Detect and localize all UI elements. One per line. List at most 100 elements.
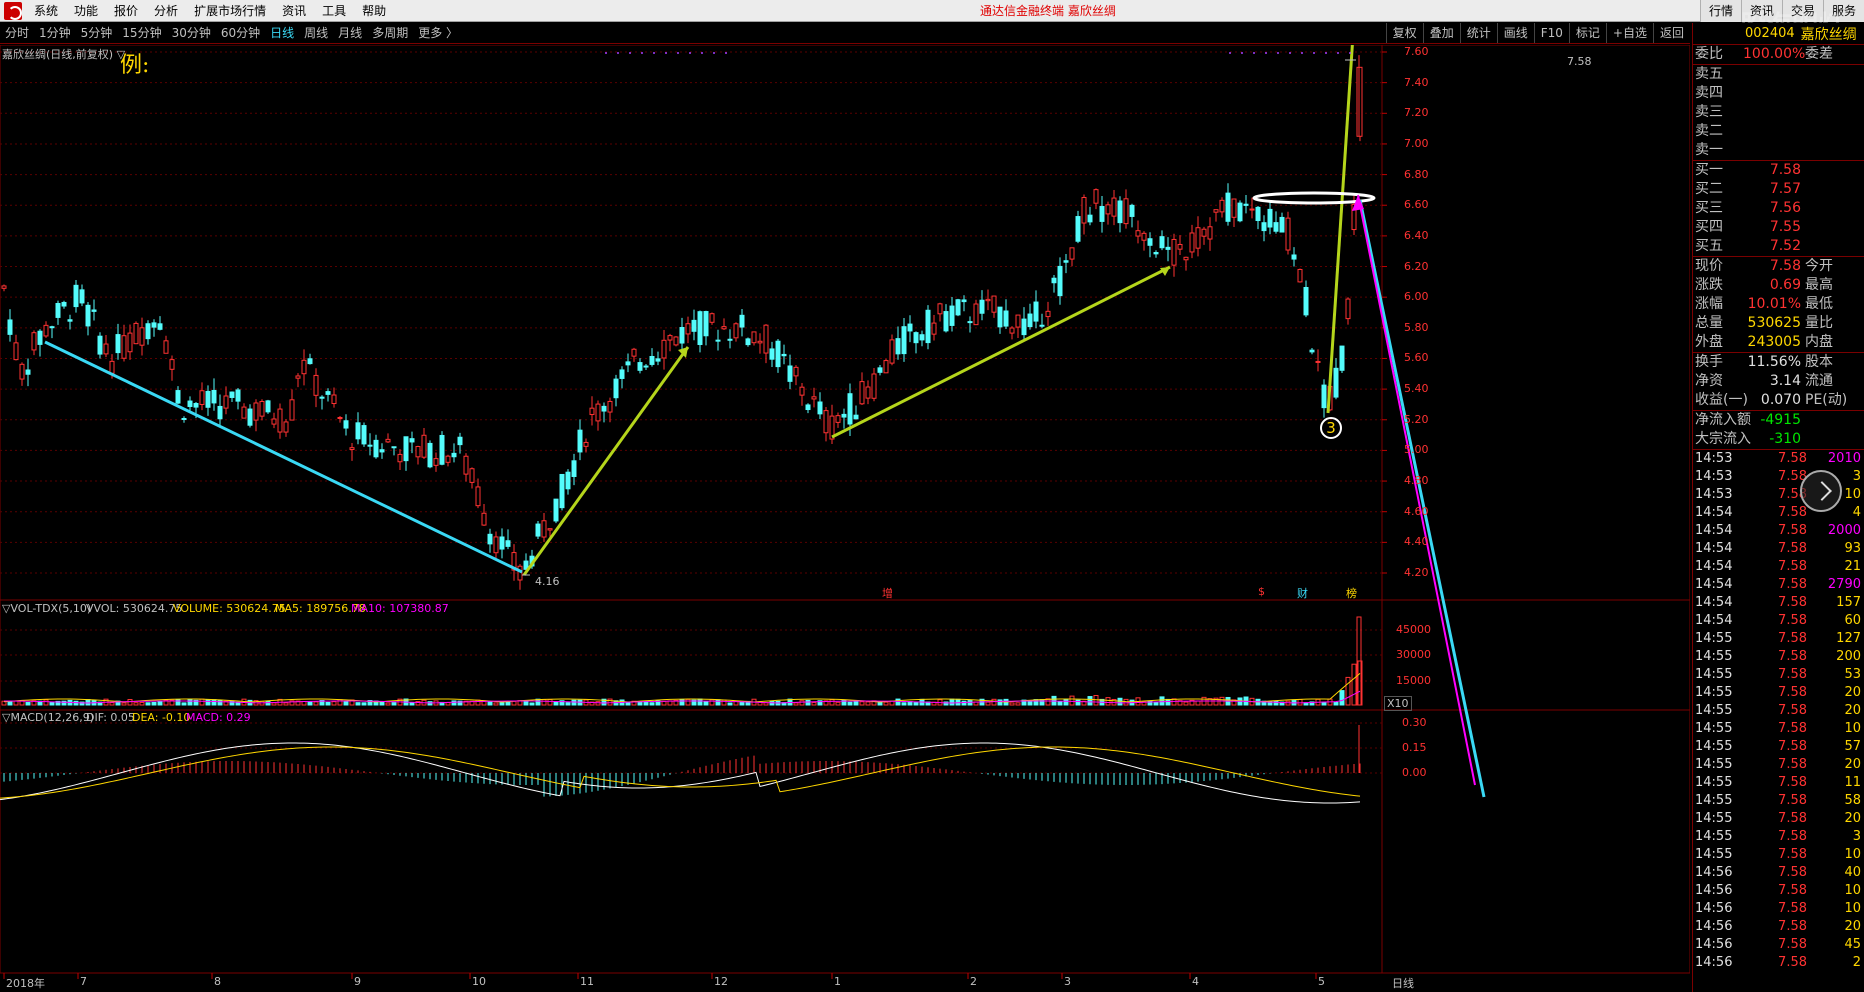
price-axis-label: 5.40: [1404, 382, 1429, 396]
volume-bar: [145, 702, 151, 706]
tick-row: 14:55 7.58 20: [1693, 684, 1864, 702]
candle-body: [1219, 199, 1225, 213]
signal-dot: [1241, 52, 1243, 54]
candle-body: [391, 446, 397, 449]
vol-vvol: VVOL: 530624.75: [86, 602, 183, 615]
period-tab-8[interactable]: 月线: [333, 23, 367, 43]
chart-tool-5[interactable]: 标记: [1568, 23, 1606, 43]
candle-body: [895, 338, 901, 355]
vol-indicator-name[interactable]: ▽VOL-TDX(5,10): [2, 602, 91, 615]
menu-item-2[interactable]: 报价: [106, 0, 146, 22]
menu-item-3[interactable]: 分析: [146, 0, 186, 22]
candle-body: [859, 381, 865, 405]
tick-volume: 2010: [1827, 451, 1861, 466]
tick-volume: 10: [1844, 847, 1861, 862]
candle-body: [931, 322, 937, 335]
event-marker[interactable]: $: [1258, 585, 1265, 598]
tick-time: 14:55: [1695, 703, 1733, 718]
chart-title: 嘉欣丝绸(日线,前复权) ▽: [2, 48, 126, 61]
sell-label: 卖四: [1695, 85, 1723, 101]
macd-indicator-name[interactable]: ▽MACD(12,26,9): [2, 711, 94, 724]
stat-label: 净资: [1695, 373, 1723, 389]
chart-tool-4[interactable]: F10: [1533, 23, 1569, 43]
candle-body: [103, 343, 109, 355]
next-page-button[interactable]: [1800, 470, 1842, 512]
time-axis-label: 11: [580, 975, 594, 988]
tick-volume: 20: [1844, 685, 1861, 700]
tick-volume: 3: [1852, 829, 1861, 844]
candle-body: [1015, 314, 1021, 328]
period-tab-6[interactable]: 日线: [265, 23, 299, 43]
volume-bar: [307, 701, 313, 706]
period-tab-9[interactable]: 多周期: [367, 23, 413, 43]
chart-tool-7[interactable]: 返回: [1652, 23, 1690, 43]
period-tab-2[interactable]: 5分钟: [76, 23, 118, 43]
period-tab-5[interactable]: 60分钟: [216, 23, 265, 43]
menu-item-1[interactable]: 功能: [66, 0, 106, 22]
chart-tool-3[interactable]: 画线: [1496, 23, 1534, 43]
chart-tool-6[interactable]: +自选: [1605, 23, 1653, 43]
period-tab-3[interactable]: 15分钟: [117, 23, 166, 43]
signal-dot: [605, 52, 607, 54]
candle-body: [205, 390, 211, 408]
tick-price: 7.58: [1778, 955, 1807, 970]
chart-tool-0[interactable]: 复权: [1385, 23, 1423, 43]
event-marker[interactable]: 增: [882, 585, 893, 601]
menu-item-6[interactable]: 工具: [314, 0, 354, 22]
tick-time: 14:54: [1695, 559, 1733, 574]
candle-body: [487, 533, 493, 545]
period-tab-0[interactable]: 分时: [0, 23, 34, 43]
volume-bar: [1321, 701, 1327, 706]
app-logo-icon[interactable]: [4, 1, 22, 20]
tick-row: 14:55 7.58 3: [1693, 828, 1864, 846]
event-marker[interactable]: 榜: [1346, 585, 1357, 601]
candle-body: [1189, 232, 1195, 253]
tick-row: 14:55 7.58 20: [1693, 810, 1864, 828]
candle-body: [853, 414, 859, 420]
buy-label: 买一: [1695, 162, 1723, 178]
menu-item-0[interactable]: 系统: [26, 0, 66, 22]
vol-ma5-line: [3, 673, 1361, 703]
chart-canvas[interactable]: [0, 45, 1690, 992]
menu-item-7[interactable]: 帮助: [354, 0, 394, 22]
period-tab-7[interactable]: 周线: [299, 23, 333, 43]
buy-row: 买三 7.56: [1693, 199, 1864, 218]
candle-body: [1195, 227, 1201, 249]
tick-time: 14:56: [1695, 919, 1733, 934]
volume-bar: [829, 699, 835, 706]
tick-list[interactable]: 14:53 7.58 2010 14:53 7.58 3 14:53 7.58 10 14:54 7…: [1693, 449, 1864, 972]
macd-axis-label: 0.30: [1402, 716, 1427, 729]
tick-volume: 58: [1844, 793, 1861, 808]
tick-row: 14:54 7.58 4: [1693, 504, 1864, 522]
chart-tool-2[interactable]: 统计: [1459, 23, 1497, 43]
period-tab-1[interactable]: 1分钟: [34, 23, 76, 43]
candle-body: [1129, 204, 1135, 217]
stat-row: 涨幅 10.01% 最低: [1693, 295, 1864, 314]
vol-axis-label: 15000: [1396, 674, 1431, 687]
period-tab-10[interactable]: 更多 〉: [413, 23, 463, 43]
pullback-line-magenta: [1357, 194, 1476, 786]
vol-unit: X10: [1384, 696, 1412, 711]
candle-body: [1051, 277, 1057, 284]
menu-item-5[interactable]: 资讯: [274, 0, 314, 22]
tick-row: 14:56 7.58 10: [1693, 882, 1864, 900]
tick-volume: 53: [1844, 667, 1861, 682]
event-marker[interactable]: 财: [1297, 585, 1308, 601]
candle-body: [997, 306, 1003, 328]
stat-right-label: 今开: [1805, 258, 1833, 274]
tick-time: 14:55: [1695, 721, 1733, 736]
candle-body: [1279, 216, 1285, 233]
volume-bar: [1159, 696, 1165, 706]
candle-body: [139, 327, 145, 346]
volume-bar: [385, 702, 391, 706]
candle-body: [211, 389, 217, 404]
tick-time: 14:55: [1695, 793, 1733, 808]
menu-item-4[interactable]: 扩展市场行情: [186, 0, 274, 22]
stat-value: 11.56%: [1747, 354, 1801, 370]
candle-body: [787, 365, 793, 382]
volume-bar: [805, 699, 811, 706]
kline-chart[interactable]: 嘉欣丝绸(日线,前复权) ▽ 例: 7.58 4.16 3 ▽VOL-TDX(5…: [0, 45, 1690, 992]
chart-tool-1[interactable]: 叠加: [1422, 23, 1460, 43]
top-button-0[interactable]: 行情: [1699, 0, 1741, 22]
period-tab-4[interactable]: 30分钟: [167, 23, 216, 43]
